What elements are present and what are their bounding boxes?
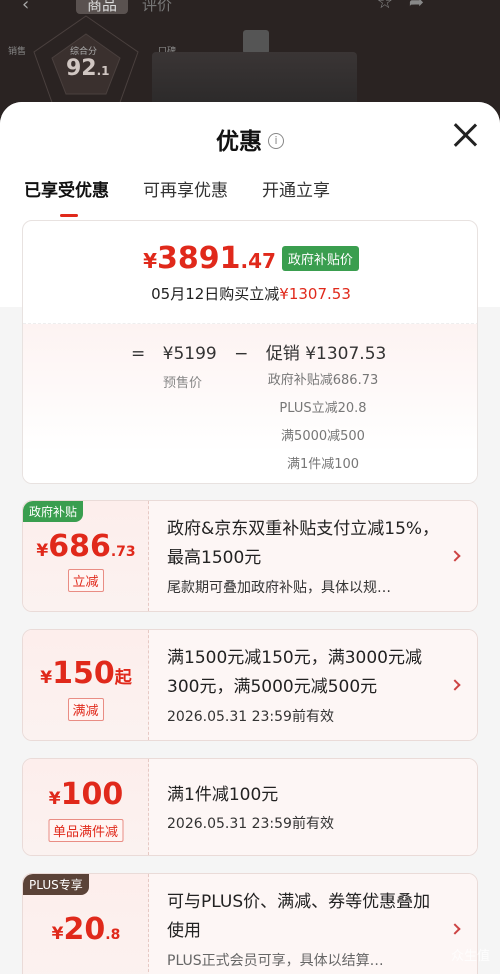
coupon-validity: 2026.05.31 23:59前有效 [167,816,334,832]
plus-exclusive-corner-badge: PLUS专享 [23,874,89,895]
close-icon[interactable] [452,122,478,148]
discount-sheet: 优惠 i 已享受优惠 可再享优惠 开通立享 ¥3891.47 政府补贴价 05月12… [0,102,500,974]
coupon-validity: 2026.05.31 23:59前有效 [167,709,334,725]
chevron-right-icon [449,550,461,562]
coupon-tag: 立减 [67,569,104,592]
coupon-description: 政府&京东双重补贴支付立减15%，最高1500元 [167,519,440,568]
chevron-right-icon [449,923,461,935]
tab-reviews[interactable]: 评价 [142,0,172,22]
tab-activate[interactable]: 开通立享 [262,176,330,201]
gov-subsidy-corner-badge: 政府补贴 [23,501,84,522]
coupon-single-item[interactable]: ¥100 单品满件减 满1件减100元 2026.05.31 23:59前有效 [22,758,478,856]
coupon-gov-subsidy[interactable]: 政府补贴 ¥686.73 立减 政府&京东双重补贴支付立减15%，最高1500元… [22,500,478,612]
price-summary-card: ¥3891.47 政府补贴价 05月12日购买立减¥1307.53 = ¥5199… [22,220,478,484]
promo-item: 满1件减100 [286,457,360,472]
product-image-top [243,30,269,54]
chevron-right-icon [449,679,461,691]
price-breakdown: = ¥5199 − 促销 ¥1307.53 预售价 政府补贴减686.73 PL… [23,323,477,483]
tab-enjoyed[interactable]: 已享受优惠 [24,176,109,217]
coupon-note: PLUS正式会员可享，具体以结算… [167,953,384,969]
final-price-row: ¥3891.47 政府补贴价 [23,241,477,276]
coupon-tag: 单品满件减 [47,819,124,842]
info-icon[interactable]: i [268,132,284,149]
presale-label: 预售价 [163,376,203,391]
tab-more-available[interactable]: 可再享优惠 [143,176,228,201]
coupon-full-reduction[interactable]: ¥150起 满减 满1500元减150元，满3000元减300元，满5000元减… [22,629,478,741]
coupon-description: 满1500元减150元，满3000元减300元，满5000元减500元 [167,648,422,697]
coupon-description: 可与PLUS价、满减、券等优惠叠加使用 [167,892,431,941]
price-formula: = ¥5199 − 促销 ¥1307.53 [131,344,387,364]
share-icon[interactable]: ☆➦ [377,0,440,13]
coupon-plus-member[interactable]: PLUS专享 ¥20.8 可与PLUS价、满减、券等优惠叠加使用 PLUS正式会… [22,873,478,974]
final-price: ¥3891.47 [143,241,276,276]
coupon-tag: 满减 [67,698,104,721]
radar-label-sales: 销售 [8,47,27,57]
promo-item: 政府补贴减686.73 [267,373,379,388]
coupon-description: 满1件减100元 [167,785,279,805]
coupon-amount: ¥20.8 [51,912,121,947]
coupon-amount: ¥100 [48,777,124,812]
promo-item: 满5000减500 [281,429,365,444]
purchase-date-line: 05月12日购买立减¥1307.53 [151,285,351,303]
score-value: 92.1 [66,56,110,81]
discount-tabs: 已享受优惠 可再享优惠 开通立享 [24,176,364,217]
coupon-amount: ¥686.73 [36,529,136,564]
promo-breakdown-list: 政府补贴减686.73 PLUS立减20.8 满5000减500 满1件减100 [223,372,423,483]
watermark: 众生值 [450,949,490,964]
gov-subsidy-badge: 政府补贴价 [281,246,359,271]
coupon-note: 尾款期可叠加政府补贴，具体以规… [167,580,391,596]
coupon-amount: ¥150起 [40,656,132,691]
promo-item: PLUS立减20.8 [279,401,367,416]
sheet-title: 优惠 i [0,122,500,156]
